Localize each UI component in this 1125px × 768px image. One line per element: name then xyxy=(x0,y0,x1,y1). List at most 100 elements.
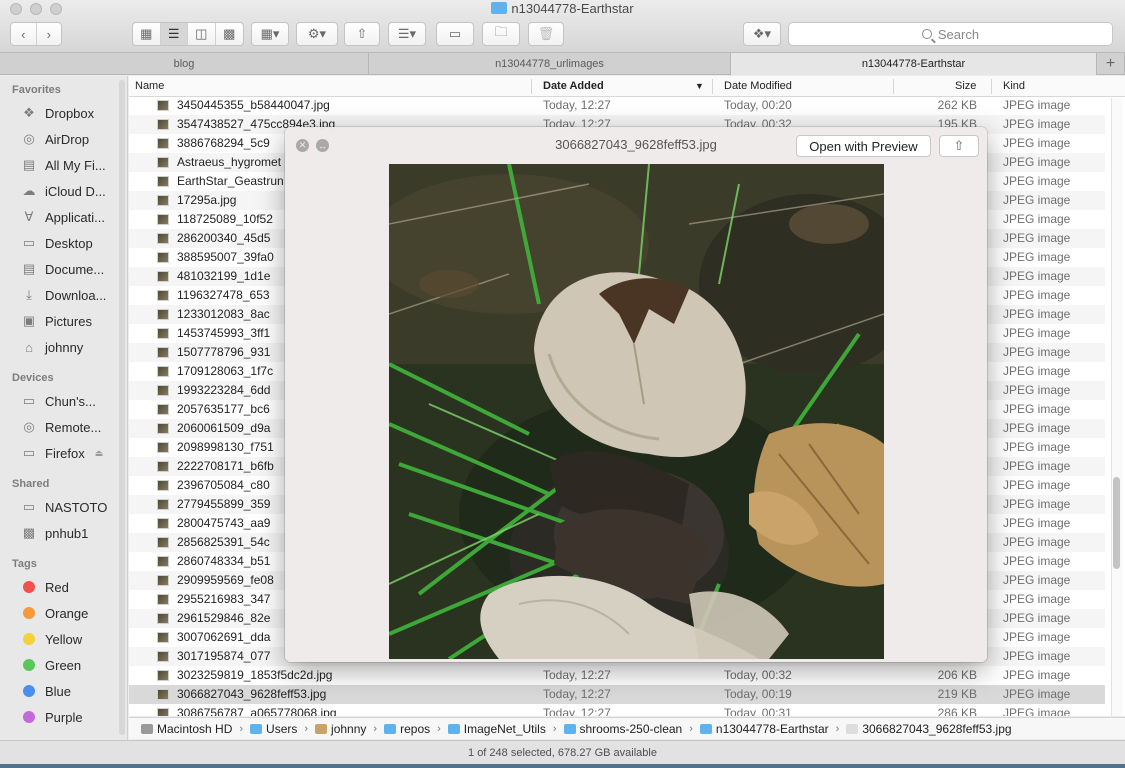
file-list-scroll-thumb[interactable] xyxy=(1113,477,1120,569)
sidebar-item-dropbox[interactable]: ❖ Dropbox xyxy=(20,103,94,123)
column-header-date-modified[interactable]: Date Modified xyxy=(724,80,792,92)
sidebar-section-shared: Shared xyxy=(12,478,50,490)
gear-icon: ⚙▾ xyxy=(307,26,327,41)
file-date-modified: Today, 00:31 xyxy=(724,706,792,716)
sidebar-item-chuns-laptop[interactable]: ▭ Chun's... xyxy=(20,391,96,411)
sidebar-item-johnny[interactable]: ⌂ johnny xyxy=(20,337,83,357)
disk-icon: ▭ xyxy=(22,445,36,460)
sidebar-item-documents[interactable]: ▤ Docume... xyxy=(20,259,104,279)
path-item[interactable]: repos xyxy=(384,722,430,736)
action-button[interactable]: ⚙▾ xyxy=(296,22,338,46)
path-item[interactable]: johnny xyxy=(315,722,366,736)
sidebar-item-label: Firefox xyxy=(45,445,85,461)
icon-grid-icon: ▦ xyxy=(140,26,153,41)
jpeg-thumbnail-icon xyxy=(157,252,169,263)
documents-icon: ▤ xyxy=(22,261,36,276)
chevron-right-icon: › xyxy=(552,722,557,735)
sidebar-item-pnhub1[interactable]: ▩ pnhub1 xyxy=(20,523,89,543)
new-folder-button[interactable]: 🗀 xyxy=(482,22,520,46)
column-divider[interactable] xyxy=(893,79,894,94)
new-tab-button[interactable]: + xyxy=(1097,53,1125,75)
column-header-kind[interactable]: Kind xyxy=(1003,80,1025,92)
path-item-label: repos xyxy=(400,721,431,736)
path-item-label: 3066827043_9628feff53.jpg xyxy=(862,721,1012,736)
file-kind: JPEG image xyxy=(1003,345,1071,359)
file-kind: JPEG image xyxy=(1003,630,1071,644)
sidebar-item-applications[interactable]: ∀ Applicati... xyxy=(20,207,105,227)
eject-icon[interactable]: ⏏ xyxy=(95,448,104,459)
jpeg-thumbnail-icon xyxy=(157,480,169,491)
column-divider[interactable] xyxy=(712,79,713,94)
dropbox-menu-button[interactable]: ❖▾ xyxy=(743,22,781,46)
file-kind: JPEG image xyxy=(1003,117,1071,131)
file-list-scrollbar[interactable] xyxy=(1111,98,1123,716)
back-button[interactable]: ‹ xyxy=(11,23,37,45)
tab-urlimages[interactable]: n13044778_urlimages xyxy=(369,53,731,75)
search-input[interactable]: Search xyxy=(788,22,1113,46)
icon-view-button[interactable]: ▦ xyxy=(133,23,161,45)
file-kind: JPEG image xyxy=(1003,440,1071,454)
column-header-date-added[interactable]: Date Added xyxy=(543,80,604,92)
path-item[interactable]: Macintosh HD xyxy=(141,722,232,736)
path-item[interactable]: shrooms-250-clean xyxy=(563,722,682,736)
sidebar-item-firefox[interactable]: ▭ Firefox ⏏ xyxy=(20,443,103,463)
sidebar-item-all-my-files[interactable]: ▤ All My Fi... xyxy=(20,155,106,175)
path-item[interactable]: n13044778-Earthstar xyxy=(699,722,829,736)
edit-tags-button[interactable]: ☰▾ xyxy=(388,22,426,46)
red-tag-dot-icon xyxy=(23,581,35,593)
tab-earthstar[interactable]: n13044778-Earthstar xyxy=(731,53,1097,75)
sidebar-item-label: Blue xyxy=(45,683,72,699)
sidebar-item-airdrop[interactable]: ◎ AirDrop xyxy=(20,129,89,149)
sidebar-tag-blue[interactable]: Blue xyxy=(20,681,71,701)
sidebar-item-label: Orange xyxy=(45,605,89,621)
column-header-size[interactable]: Size xyxy=(955,80,976,92)
sidebar-item-downloads[interactable]: ⤓ Downloa... xyxy=(20,285,106,305)
file-date-added: Today, 12:27 xyxy=(543,668,611,682)
file-size: 262 KB xyxy=(937,98,977,112)
jpeg-thumbnail-icon xyxy=(157,423,169,434)
sidebar-tag-red[interactable]: Red xyxy=(20,577,69,597)
list-view-button[interactable]: ☰ xyxy=(160,23,188,45)
label-button[interactable]: ▭ xyxy=(436,22,474,46)
sidebar-scrollbar[interactable] xyxy=(119,80,125,735)
column-view-button[interactable]: ◫ xyxy=(188,23,216,45)
table-row[interactable]: 3450445355_b58440047.jpg Today, 12:27 Toda… xyxy=(129,96,1105,115)
column-divider[interactable] xyxy=(531,79,532,94)
desktop-icon: ▭ xyxy=(22,235,36,250)
sidebar-tag-yellow[interactable]: Yellow xyxy=(20,629,82,649)
tab-blog[interactable]: blog xyxy=(0,53,369,75)
sidebar-item-icloud-drive[interactable]: ☁ iCloud D... xyxy=(20,181,106,201)
table-row[interactable]: 3023259819_1853f5dc2d.jpg Today, 12:27 Tod… xyxy=(129,666,1105,685)
status-bar: 1 of 248 selected, 678.27 GB available xyxy=(0,740,1125,764)
table-row[interactable]: 3086756787_a065778068.jpg Today, 12:27 Tod… xyxy=(129,704,1105,716)
sidebar-tag-purple[interactable]: Purple xyxy=(20,707,83,727)
sidebar-item-desktop[interactable]: ▭ Desktop xyxy=(20,233,93,253)
sidebar-tag-green[interactable]: Green xyxy=(20,655,81,675)
path-item[interactable]: 3066827043_9628feff53.jpg xyxy=(846,721,1012,736)
sidebar-item-remote-disc[interactable]: ◎ Remote... xyxy=(20,417,101,437)
column-divider[interactable] xyxy=(991,79,992,94)
trash-button[interactable]: 🗑 xyxy=(528,22,564,46)
column-header-name[interactable]: Name xyxy=(135,80,164,92)
file-kind: JPEG image xyxy=(1003,459,1071,473)
jpeg-thumbnail-icon xyxy=(157,328,169,339)
jpeg-thumbnail-icon xyxy=(157,556,169,567)
jpeg-thumbnail-icon xyxy=(157,708,169,716)
sidebar-item-pictures[interactable]: ▣ Pictures xyxy=(20,311,92,331)
file-name: 2060061509_d9a xyxy=(177,421,271,435)
sidebar-tag-orange[interactable]: Orange xyxy=(20,603,88,623)
file-kind: JPEG image xyxy=(1003,307,1071,321)
share-button[interactable]: ⇧ xyxy=(344,22,380,46)
path-item[interactable]: Users xyxy=(250,722,297,736)
file-name: 3023259819_1853f5dc2d.jpg xyxy=(177,668,333,682)
open-with-preview-button[interactable]: Open with Preview xyxy=(796,135,931,157)
sidebar-item-nastoto[interactable]: ▭ NASTOTO xyxy=(20,497,108,517)
toolbar: n13044778-Earthstar ‹ › ▦ ☰ ◫ ▩ ▦▾ ⚙▾ ⇧ … xyxy=(0,0,1125,53)
sidebar-item-label: johnny xyxy=(45,339,84,355)
table-row[interactable]: 3066827043_9628feff53.jpg Today, 12:27 Tod… xyxy=(129,685,1105,704)
forward-button[interactable]: › xyxy=(37,23,62,45)
path-item[interactable]: ImageNet_Utils xyxy=(447,722,546,736)
quick-look-share-button[interactable]: ⇧ xyxy=(939,135,979,157)
arrange-button[interactable]: ▦▾ xyxy=(251,22,289,46)
cover-flow-button[interactable]: ▩ xyxy=(216,23,243,45)
